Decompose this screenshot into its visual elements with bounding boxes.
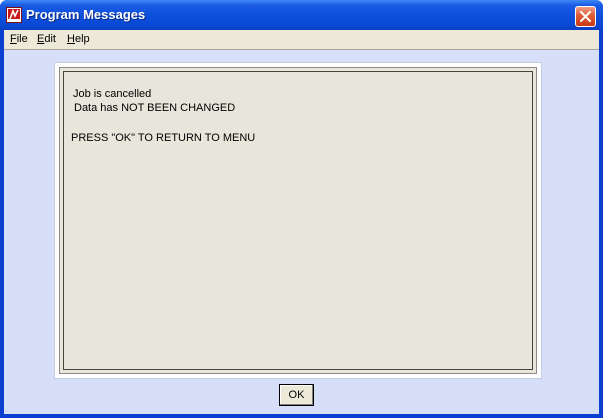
message-panel-border: Job is cancelled Data has NOT BEEN CHANG… <box>59 67 537 374</box>
program-messages-window: Program Messages File Edit Help Job is c… <box>0 0 603 418</box>
window-title: Program Messages <box>26 7 146 22</box>
menu-help-mnemonic: H <box>67 33 75 45</box>
menu-file-mnemonic: F <box>10 33 17 45</box>
menu-help-label: elp <box>74 33 90 45</box>
message-line-1: Job is cancelled <box>73 88 152 100</box>
menu-file-label: ile <box>16 33 28 45</box>
ok-button[interactable]: OK <box>279 384 314 406</box>
menu-edit[interactable]: Edit <box>37 33 56 45</box>
message-panel: Job is cancelled Data has NOT BEEN CHANG… <box>63 71 533 370</box>
message-line-3: PRESS "OK" TO RETURN TO MENU <box>71 132 256 144</box>
close-icon <box>580 11 591 22</box>
menu-file[interactable]: File <box>10 33 28 45</box>
title-bar[interactable]: Program Messages <box>0 0 603 30</box>
close-button[interactable] <box>575 6 596 27</box>
message-panel-frame: Job is cancelled Data has NOT BEEN CHANG… <box>54 62 542 379</box>
message-line-2: Data has NOT BEEN CHANGED <box>74 102 236 114</box>
menu-bar: File Edit Help <box>4 30 599 50</box>
window-client-area: File Edit Help Job is cancelled Data has… <box>4 30 599 414</box>
menu-edit-label: dit <box>44 33 56 45</box>
program-message-icon[interactable] <box>6 7 22 23</box>
menu-help[interactable]: Help <box>67 33 90 45</box>
